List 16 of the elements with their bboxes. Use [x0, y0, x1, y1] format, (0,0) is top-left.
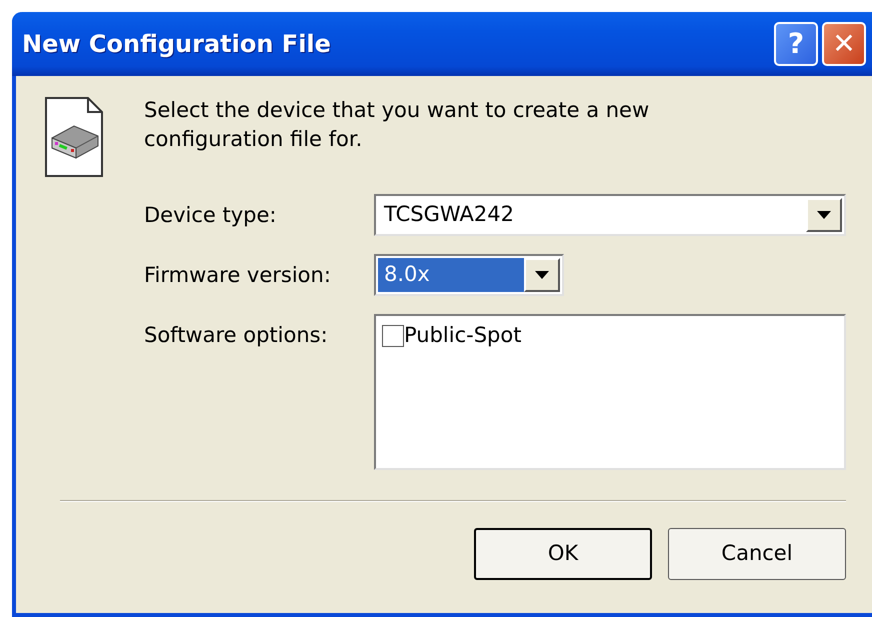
instruction-text: Select the device that you want to create a new configuration file for. [144, 97, 650, 154]
window-title: New Configuration File [22, 29, 332, 60]
field-label: Firmware version: [144, 262, 332, 289]
dropdown[interactable]: 8.0x [374, 254, 564, 296]
dropdown-arrow-button[interactable] [524, 258, 560, 292]
field-label: Software options: [144, 322, 329, 349]
ok-button[interactable]: OK [474, 528, 652, 580]
dropdown-arrow-button[interactable] [806, 198, 842, 232]
field-label: Device type: [144, 202, 278, 229]
close-button[interactable]: ✕ [822, 22, 866, 66]
checkbox[interactable] [382, 324, 404, 347]
dropdown[interactable]: TCSGWA242 [374, 194, 846, 236]
option-label: Public-Spot [404, 322, 522, 349]
cancel-button[interactable]: Cancel [668, 528, 846, 580]
device-document-icon [44, 96, 104, 178]
help-button[interactable]: ? [774, 22, 818, 66]
